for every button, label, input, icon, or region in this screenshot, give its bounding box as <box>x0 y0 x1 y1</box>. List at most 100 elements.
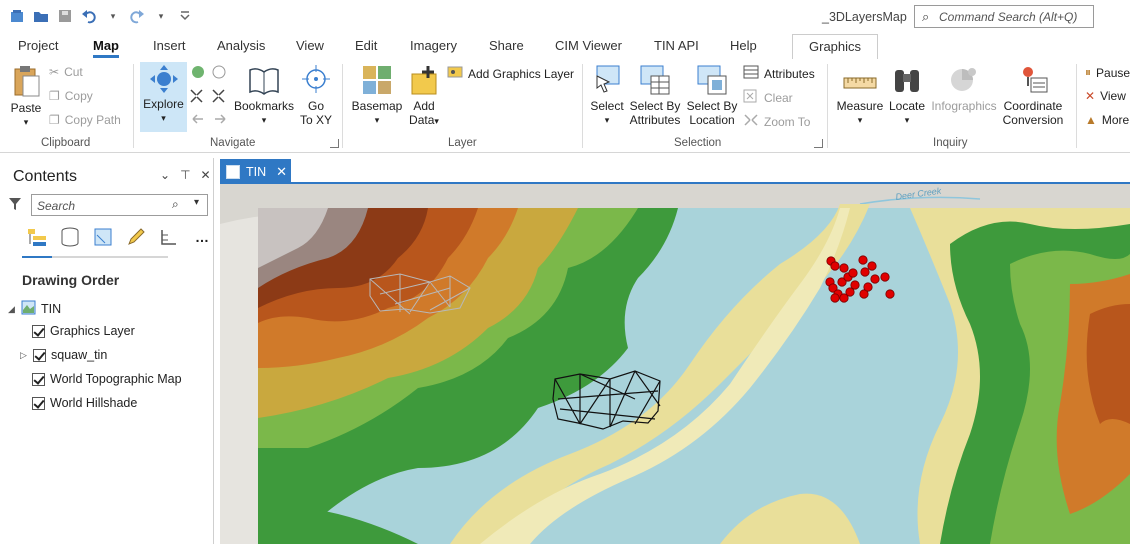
tab-edit[interactable]: Edit <box>355 38 377 53</box>
command-search-input[interactable]: ⌕ Command Search (Alt+Q) <box>914 5 1094 28</box>
layer-row[interactable]: ▷ squaw_tin <box>20 348 107 362</box>
ribbon-separator <box>342 64 343 148</box>
tab-help[interactable]: Help <box>730 38 757 53</box>
tab-map[interactable]: Map <box>93 38 119 58</box>
close-icon[interactable]: ✕ <box>276 164 287 180</box>
undo-dropdown-icon[interactable]: ▾ <box>104 7 122 25</box>
search-icon: ⌕ <box>922 9 930 24</box>
tab-project[interactable]: Project <box>18 38 58 53</box>
new-project-icon[interactable] <box>8 7 26 25</box>
select-button[interactable]: Select ▾ <box>588 64 626 127</box>
undo-icon[interactable] <box>80 7 98 25</box>
layer-name: squaw_tin <box>51 348 108 362</box>
view-tab-indicator <box>22 256 168 258</box>
list-by-editing-icon[interactable] <box>125 226 147 248</box>
redo-dropdown-icon[interactable]: ▾ <box>152 7 170 25</box>
select-by-location-button[interactable]: Select By Location <box>685 64 739 127</box>
add-data-button[interactable]: Add Data▾ <box>404 64 444 128</box>
map-tree-item[interactable]: ◢ TIN <box>8 300 61 318</box>
graphics-layer-icon <box>447 65 463 82</box>
layer-name: World Topographic Map <box>50 372 182 386</box>
save-project-icon[interactable] <box>56 7 74 25</box>
locate-button[interactable]: Locate ▾ <box>886 64 928 127</box>
measure-button[interactable]: Measure ▾ <box>835 64 885 127</box>
navigate-tools-icon <box>190 65 226 124</box>
ribbon-tabs: Project Map Insert Analysis View Edit Im… <box>0 34 1130 60</box>
tab-share[interactable]: Share <box>489 38 524 53</box>
list-by-selection-icon[interactable] <box>92 226 114 248</box>
view-unplaced-button[interactable]: ✕ View <box>1085 89 1126 103</box>
more-button[interactable]: ▲ More <box>1085 113 1129 127</box>
list-by-source-icon[interactable] <box>59 226 81 248</box>
bookmarks-button[interactable]: Bookmarks ▾ <box>232 64 296 127</box>
copy-icon: ❐ <box>49 89 60 103</box>
layer-row[interactable]: World Topographic Map <box>32 372 182 386</box>
more-options-icon[interactable]: … <box>191 226 213 248</box>
pause-button[interactable]: ⏸ Pause <box>1085 65 1130 80</box>
customize-icon[interactable] <box>176 7 194 25</box>
search-icon[interactable]: ⌕ <box>172 197 179 212</box>
copy-button[interactable]: ❐ Copy <box>49 89 93 103</box>
layer-row[interactable]: World Hillshade <box>32 396 137 410</box>
attributes-button[interactable]: Attributes <box>743 65 815 82</box>
auto-hide-icon[interactable]: ⊤ <box>180 168 190 182</box>
quick-access-toolbar: ▾ ▾ <box>8 7 194 25</box>
tab-view[interactable]: View <box>296 38 324 53</box>
navigate-dialog-launcher[interactable] <box>330 139 339 148</box>
group-label-navigate: Navigate <box>210 137 256 149</box>
ribbon-separator <box>1076 64 1077 148</box>
more-labeling-icon: ▲ <box>1085 113 1097 127</box>
close-pane-icon[interactable]: ✕ <box>201 168 211 182</box>
copy-path-button[interactable]: ❐ Copy Path <box>49 113 121 127</box>
layer-visibility-checkbox[interactable] <box>33 348 46 362</box>
clear-selection-button[interactable]: Clear <box>743 89 793 106</box>
coordinate-conversion-button[interactable]: Coordinate Conversion <box>1000 64 1066 127</box>
cut-button[interactable]: ✂ Cut <box>49 65 83 79</box>
select-by-attributes-button[interactable]: Select By Attributes <box>628 64 682 127</box>
select-icon <box>596 65 620 93</box>
tab-analysis[interactable]: Analysis <box>217 38 265 53</box>
zoom-to-icon <box>743 113 759 130</box>
ribbon-separator <box>827 64 828 148</box>
selection-dialog-launcher[interactable] <box>814 139 823 148</box>
basemap-button[interactable]: Basemap ▾ <box>350 64 404 127</box>
search-options-icon[interactable]: ▾ <box>194 197 199 208</box>
tab-tin-api[interactable]: TIN API <box>654 38 699 53</box>
collapse-icon[interactable]: ◢ <box>8 304 16 315</box>
copy-path-icon: ❐ <box>49 113 60 127</box>
expand-icon[interactable]: ▷ <box>20 350 28 361</box>
tab-insert[interactable]: Insert <box>153 38 186 53</box>
table-icon <box>743 65 759 82</box>
list-by-drawing-order-icon[interactable] <box>26 226 48 248</box>
zoom-to-selection-button[interactable]: Zoom To <box>743 113 810 130</box>
open-project-icon[interactable] <box>32 7 50 25</box>
paste-button[interactable]: Paste ▾ <box>8 64 44 129</box>
ribbon-separator <box>582 64 583 148</box>
tab-cim-viewer[interactable]: CIM Viewer <box>555 38 622 53</box>
layer-visibility-checkbox[interactable] <box>32 396 45 410</box>
redo-icon[interactable] <box>128 7 146 25</box>
group-label-inquiry: Inquiry <box>933 137 968 149</box>
list-by-snapping-icon[interactable] <box>158 226 180 248</box>
tab-tin-map[interactable]: TIN ✕ <box>220 159 291 184</box>
pane-options-icon[interactable]: ⌄ <box>160 168 170 182</box>
clipboard-icon <box>14 66 40 97</box>
layer-visibility-checkbox[interactable] <box>32 324 45 338</box>
ribbon: Paste ▾ ✂ Cut ❐ Copy ❐ Copy Path Clipboard … <box>0 60 1130 153</box>
filter-icon[interactable] <box>9 197 21 214</box>
map-view[interactable]: Deer Creek <box>220 184 1130 544</box>
layer-name: Graphics Layer <box>50 324 135 338</box>
add-graphics-layer-button[interactable]: Add Graphics Layer <box>447 65 574 82</box>
infographics-button[interactable]: Infographics <box>930 64 998 113</box>
ruler-icon <box>843 77 877 89</box>
go-to-xy-button[interactable]: Go To XY <box>298 64 334 127</box>
map-canvas[interactable]: Deer Creek <box>220 184 1130 544</box>
layer-visibility-checkbox[interactable] <box>32 372 45 386</box>
tab-imagery[interactable]: Imagery <box>410 38 457 53</box>
layer-name: World Hillshade <box>50 396 138 410</box>
contents-search-input[interactable]: Search ⌕ ▾ <box>31 194 208 216</box>
tab-graphics[interactable]: Graphics <box>792 34 879 59</box>
layer-row[interactable]: Graphics Layer <box>32 324 135 338</box>
explore-button[interactable]: Explore ▾ <box>140 64 187 125</box>
group-label-layer: Layer <box>448 137 477 149</box>
